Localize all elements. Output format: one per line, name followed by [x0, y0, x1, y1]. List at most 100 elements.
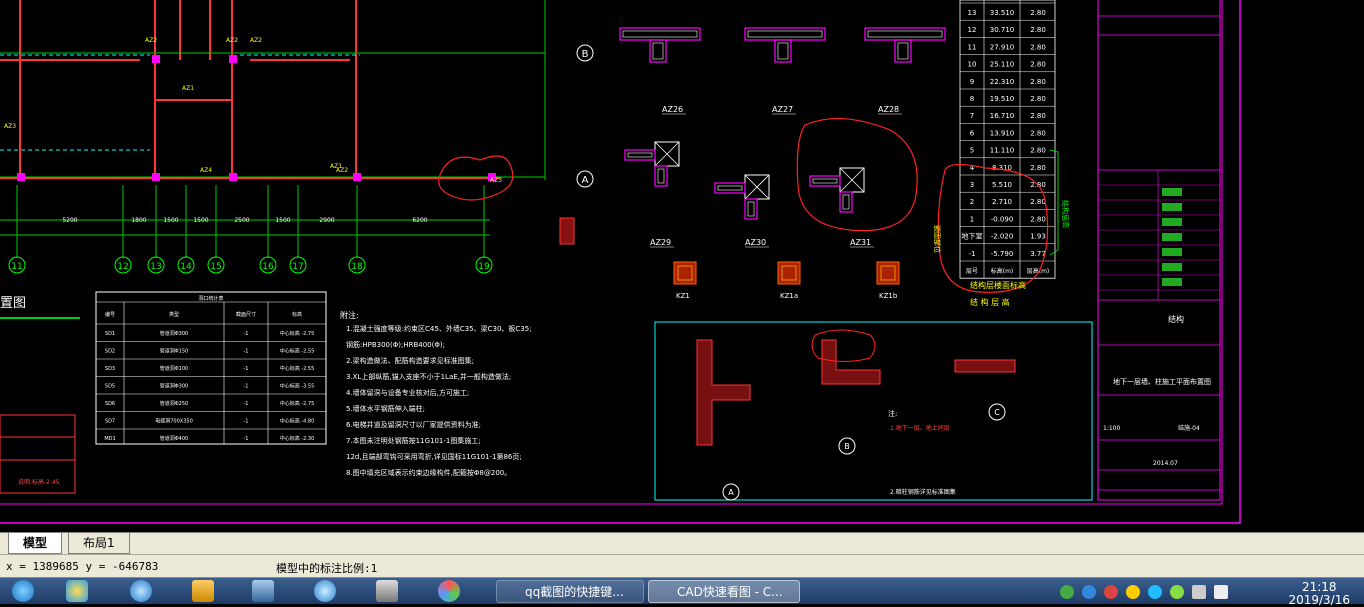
- folder-icon[interactable]: [192, 580, 214, 602]
- clock-date: 2019/3/16: [1288, 593, 1350, 607]
- wall-section-details: A B C 注: 1.地下一层、地上同层 2.暗柱钢筋详见标准图集: [696, 329, 1016, 501]
- titleblock-project: 结构: [1168, 314, 1184, 324]
- opening-table-cell: 管道洞Φ300: [160, 330, 188, 337]
- storey-height: 2.80: [1030, 95, 1046, 103]
- elevation-value: -2.020: [991, 233, 1014, 241]
- opening-table-cell: 中心标高 -4.80: [280, 418, 315, 425]
- plan-title: 置图: [0, 296, 26, 311]
- tray-icon-1[interactable]: [1060, 585, 1074, 599]
- storey-height: 2.80: [1030, 78, 1046, 86]
- dimension-text: 1800: [131, 217, 146, 224]
- start-orb-icon[interactable]: [12, 580, 34, 602]
- plan-label: AZ4: [200, 167, 212, 174]
- task-cad-viewer[interactable]: CAD快速看图 - C...: [648, 580, 800, 603]
- opening-table-cell: 中心标高 -2.55: [280, 365, 315, 372]
- ie-icon[interactable]: [130, 580, 152, 602]
- opening-table-header: 标高: [292, 311, 302, 318]
- plan-label: AZ2: [250, 37, 262, 44]
- elevation-floor: 2: [970, 198, 974, 206]
- az-label: AZ28: [878, 105, 899, 114]
- title-block: 结构地下一层墙、柱施工平面布置图结施-04 1:100 2014.07: [1097, 0, 1221, 501]
- az-label: AZ29: [650, 238, 671, 247]
- cad-drawing: AZ3AZ2 AZ2AZ1AZ4AZ2AZ1AZ2AZ3 11 12 13 14 15 16…: [0, 0, 1241, 524]
- status-bar: x = 1389685 y = -646783 模型中的标注比例:1: [0, 554, 1364, 577]
- opening-table-cell: SD3: [105, 366, 115, 372]
- storey-height: 2.80: [1030, 112, 1046, 120]
- opening-table-cell: -1: [244, 419, 249, 425]
- tab-model[interactable]: 模型: [8, 533, 63, 554]
- app-pinwheel-icon[interactable]: [438, 580, 460, 602]
- opening-table-cell: 电缆洞700X350: [155, 418, 193, 425]
- tray-icon-6[interactable]: [1170, 585, 1184, 599]
- opening-table-cell: SD1: [105, 331, 115, 337]
- tray-icon-2[interactable]: [1082, 585, 1096, 599]
- storey-height: 2.80: [1030, 61, 1046, 69]
- qq-icon[interactable]: [66, 580, 88, 602]
- elevation-value: 19.510: [990, 95, 1015, 103]
- elevation-floor: 6: [970, 129, 975, 137]
- volume-icon[interactable]: [1214, 585, 1228, 599]
- elevation-value: 30.710: [990, 26, 1015, 34]
- titleblock-scale: 1:100: [1103, 425, 1120, 432]
- left-box-text: 说明:标高-2.45: [18, 478, 60, 486]
- note-line: 2.梁构造做法、配筋构造要求见标准图集;: [346, 356, 474, 365]
- opening-table-cell: 管道洞Φ250: [160, 400, 188, 407]
- desktop-icon[interactable]: [252, 580, 274, 602]
- wall-column-details: AZ26 AZ27 AZ28 AZ29 AZ30 AZ31 KZ1 KZ1a KZ1b: [559, 27, 946, 300]
- coordinate-readout: x = 1389685 y = -646783: [6, 560, 159, 573]
- tray-icon-5[interactable]: [1148, 585, 1162, 599]
- elevation-floor: 8: [970, 95, 974, 103]
- az-label: AZ31: [850, 238, 871, 247]
- plan-beams: [0, 54, 360, 151]
- dimension-text: 2900: [319, 217, 334, 224]
- titleblock-drawing-name: 地下一层墙、柱施工平面布置图: [1113, 377, 1211, 386]
- axis-number: 17: [292, 262, 303, 272]
- opening-table-cell: 管道洞Φ150: [160, 348, 188, 355]
- elevation-floor: 地下室: [962, 232, 983, 241]
- opening-table-cell: 中心标高 -2.30: [280, 435, 315, 442]
- note-line: 4.墙体留洞与设备专业核对后,方可施工;: [346, 388, 469, 397]
- axis-number: 12: [117, 262, 128, 272]
- opening-table-header: 编号: [105, 311, 115, 318]
- opening-table-cell: SD7: [105, 419, 115, 425]
- storey-height: 2.80: [1030, 147, 1046, 155]
- task-qq-screenshot[interactable]: qq截图的快捷键...: [496, 580, 644, 603]
- dimension-text: 1500: [193, 217, 208, 224]
- az-label: AZ26: [662, 105, 683, 114]
- browser-icon[interactable]: [314, 580, 336, 602]
- system-clock[interactable]: 21:18 2019/3/16: [1288, 581, 1350, 607]
- elevation-value: -0.090: [991, 215, 1014, 223]
- axis-bubbles-right: BA: [576, 44, 594, 188]
- elevation-value: 25.110: [990, 61, 1015, 69]
- tab-layout1[interactable]: 布局1: [68, 533, 130, 554]
- tray-icon-3[interactable]: [1104, 585, 1118, 599]
- elevation-floor: 9: [970, 78, 974, 86]
- plan-label: AZ3: [490, 177, 502, 184]
- storey-height: 3.77: [1030, 250, 1046, 258]
- note-line: 5.墙体水平钢筋伸入端柱;: [346, 404, 425, 413]
- opening-table-cell: 中心标高 -2.75: [280, 400, 315, 407]
- elevation-value: 13.910: [990, 129, 1015, 137]
- general-notes: 附注: 1.混凝土强度等级:约束区C45、外墙C35、梁C30、板C35; 钢筋:H…: [340, 310, 532, 477]
- opening-table-cell: 管道洞Φ300: [160, 383, 188, 390]
- network-icon[interactable]: [1192, 585, 1206, 599]
- detail-note-title: 注:: [888, 409, 897, 418]
- titleblock-number: 结施-04: [1178, 424, 1200, 432]
- svg-text:结构层高: 结构层高: [1061, 200, 1070, 228]
- cad-drawing-canvas[interactable]: AZ3 AZ2 AZ2 AZ1 AZ4 AZ2 AZ1 AZ2 AZ3 11 12 13 14 15 16…: [0, 0, 1364, 532]
- layout-tabs: 模型 布局1: [0, 532, 1364, 554]
- axis-number: 11: [11, 262, 22, 272]
- elevation-legend-title: 结构层楼面标高: [970, 280, 1026, 290]
- storey-height: 2.80: [1030, 129, 1046, 137]
- elevation-value: 22.310: [990, 78, 1015, 86]
- elevation-value: 11.110: [990, 147, 1015, 155]
- opening-table-cell: 中心标高 -3.55: [280, 383, 315, 390]
- computer-icon[interactable]: [376, 580, 398, 602]
- elevation-value: 33.510: [990, 9, 1015, 17]
- storey-height: 2.80: [1030, 215, 1046, 223]
- opening-table: 洞口统计表编号 类型 截面尺寸 标高 SD1 管道洞Φ300 -1 中心标高 -2.75 SD2…: [95, 291, 327, 445]
- dimension-text: 6200: [412, 217, 427, 224]
- opening-table-cell: SD5: [105, 384, 115, 390]
- tray-icon-4[interactable]: [1126, 585, 1140, 599]
- plan-label: AZ2: [226, 37, 238, 44]
